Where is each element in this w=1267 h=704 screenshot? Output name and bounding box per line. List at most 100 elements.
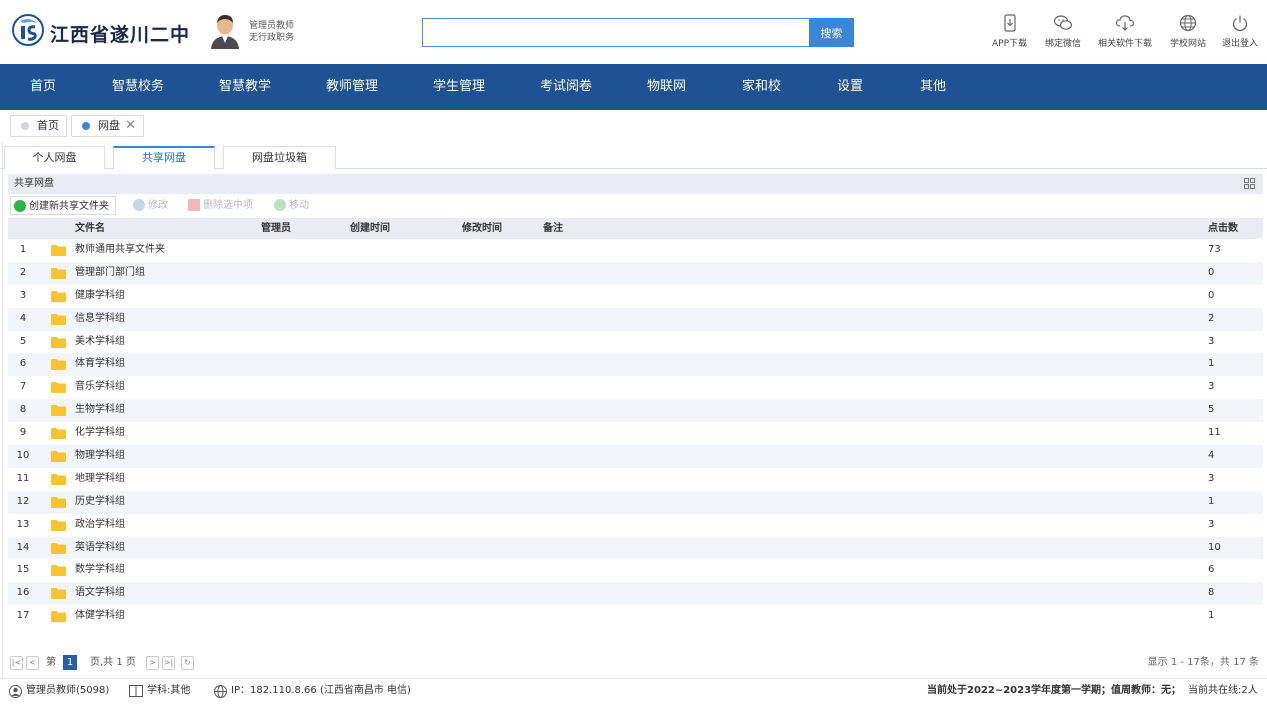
table-row[interactable]: 15 数学学科组 6 <box>8 559 1263 582</box>
page-tab-home[interactable]: 首页 <box>10 115 67 137</box>
refresh-icon[interactable]: ↻ <box>181 656 194 670</box>
user-dept: 无行政职务 <box>249 33 295 43</box>
left-border <box>2 110 3 678</box>
click-count: 5 <box>1208 404 1215 416</box>
page-number-input[interactable]: 1 <box>63 655 77 670</box>
page-tab-netdisk[interactable]: 网盘 ✕ <box>71 115 144 137</box>
folder-icon <box>51 382 66 394</box>
move-label: 移动 <box>289 200 309 211</box>
tab-personal-disk[interactable]: 个人网盘 <box>4 146 105 169</box>
table-row[interactable]: 9 化学学科组 11 <box>8 422 1263 445</box>
folder-name[interactable]: 政治学科组 <box>75 514 125 537</box>
first-page-button[interactable]: |< <box>10 656 23 670</box>
bind-wechat-button[interactable]: 绑定微信 <box>1045 14 1081 49</box>
close-icon[interactable]: ✕ <box>125 116 136 136</box>
tab-shared-disk[interactable]: 共享网盘 <box>113 146 215 170</box>
app-download-button[interactable]: APP下载 <box>992 14 1027 49</box>
folder-name[interactable]: 体育学科组 <box>75 353 125 376</box>
folder-name[interactable]: 地理学科组 <box>75 468 125 491</box>
grid-icon[interactable] <box>1244 178 1255 189</box>
table-row[interactable]: 10 物理学科组 4 <box>8 445 1263 468</box>
nav-item-home-school[interactable]: 家和校 <box>742 64 781 110</box>
folder-name[interactable]: 数学学科组 <box>75 559 125 582</box>
row-number: 4 <box>19 312 27 324</box>
active-dot-icon <box>82 122 90 130</box>
folder-icon <box>51 336 66 348</box>
folder-name[interactable]: 信息学科组 <box>75 308 125 331</box>
col-modified[interactable]: 修改时间 <box>462 218 502 239</box>
avatar[interactable] <box>209 13 241 49</box>
folder-name[interactable]: 历史学科组 <box>75 491 125 514</box>
prev-page-button[interactable]: < <box>26 656 39 670</box>
table-row[interactable]: 5 美术学科组 3 <box>8 331 1263 354</box>
nav-item-smart-teaching[interactable]: 智慧教学 <box>219 64 271 110</box>
nav-item-other[interactable]: 其他 <box>920 64 946 110</box>
folder-name[interactable]: 英语学科组 <box>75 537 125 560</box>
school-website-button[interactable]: 学校网站 <box>1170 14 1206 49</box>
nav-item-exam[interactable]: 考试阅卷 <box>540 64 592 110</box>
folder-name[interactable]: 物理学科组 <box>75 445 125 468</box>
folder-name[interactable]: 语文学科组 <box>75 582 125 605</box>
folder-name[interactable]: 管理部门部门组 <box>75 262 145 285</box>
row-number: 7 <box>19 381 27 393</box>
create-shared-folder-button[interactable]: 创建新共享文件夹 <box>10 196 116 215</box>
search-input[interactable] <box>422 18 810 47</box>
folder-name[interactable]: 音乐学科组 <box>75 376 125 399</box>
folder-name[interactable]: 教师通用共享文件夹 <box>75 239 165 262</box>
folder-icon <box>51 359 66 371</box>
footer-online: 当前共在线:2人 <box>1188 685 1258 696</box>
footer-ip: IP：182.110.8.66 (江西省南昌市 电信) <box>231 685 411 696</box>
col-clicks[interactable]: 点击数 <box>1208 218 1238 239</box>
logout-button[interactable]: 退出登入 <box>1222 14 1258 49</box>
table-row[interactable]: 3 健康学科组 0 <box>8 285 1263 308</box>
last-page-button[interactable]: >| <box>162 656 175 670</box>
school-logo-icon[interactable] <box>12 14 44 46</box>
col-name[interactable]: 文件名 <box>75 218 105 239</box>
col-remark[interactable]: 备注 <box>543 218 563 239</box>
click-count: 0 <box>1208 266 1215 278</box>
search-button[interactable]: 搜索 <box>809 18 854 47</box>
software-download-button[interactable]: 相关软件下载 <box>1098 14 1152 49</box>
edit-label: 修改 <box>148 200 168 211</box>
globe-icon <box>1179 14 1197 32</box>
col-created[interactable]: 创建时间 <box>350 218 390 239</box>
table-row[interactable]: 11 地理学科组 3 <box>8 468 1263 491</box>
move-button[interactable]: 移动 <box>271 196 309 215</box>
table-row[interactable]: 8 生物学科组 5 <box>8 399 1263 423</box>
table-body: 1 教师通用共享文件夹 73 2 管理部门部门组 0 3 健康学科组 0 4 信息学科组 2 5 美术学科… <box>8 239 1263 628</box>
nav-item-iot[interactable]: 物联网 <box>647 64 686 110</box>
nav-item-teacher-mgmt[interactable]: 教师管理 <box>326 64 378 110</box>
table-row[interactable]: 6 体育学科组 1 <box>8 353 1263 377</box>
cloud-download-icon <box>1115 15 1135 31</box>
table-row[interactable]: 7 音乐学科组 3 <box>8 376 1263 399</box>
table-row[interactable]: 16 语文学科组 8 <box>8 582 1263 606</box>
page-tab-netdisk-label: 网盘 <box>98 119 120 132</box>
table-row[interactable]: 4 信息学科组 2 <box>8 307 1263 331</box>
table-row[interactable]: 13 政治学科组 3 <box>8 514 1263 537</box>
col-admin[interactable]: 管理员 <box>261 218 291 239</box>
folder-name[interactable]: 健康学科组 <box>75 285 125 308</box>
tab-disk-trash[interactable]: 网盘垃圾箱 <box>223 146 336 169</box>
edit-button[interactable]: 修改 <box>130 196 168 215</box>
row-number: 17 <box>16 610 30 622</box>
click-count: 1 <box>1208 358 1215 370</box>
table-row[interactable]: 1 教师通用共享文件夹 73 <box>8 239 1263 262</box>
folder-name[interactable]: 化学学科组 <box>75 422 125 445</box>
folder-icon <box>51 451 66 463</box>
folder-name[interactable]: 美术学科组 <box>75 331 125 354</box>
next-page-button[interactable]: > <box>146 656 159 670</box>
table-row[interactable]: 14 英语学科组 10 <box>8 536 1263 560</box>
table-row[interactable]: 2 管理部门部门组 0 <box>8 261 1263 285</box>
nav-item-home[interactable]: 首页 <box>30 64 56 110</box>
footer-subject: 学科:其他 <box>147 685 191 696</box>
nav-item-settings[interactable]: 设置 <box>837 64 863 110</box>
table-row[interactable]: 17 体健学科组 1 <box>8 605 1263 628</box>
folder-name[interactable]: 体健学科组 <box>75 605 125 628</box>
pager-suffix: 页,共 1 页 <box>90 657 136 668</box>
nav-item-student-mgmt[interactable]: 学生管理 <box>433 64 485 110</box>
nav-item-smart-admin[interactable]: 智慧校务 <box>112 64 164 110</box>
folder-name[interactable]: 生物学科组 <box>75 399 125 422</box>
table-row[interactable]: 12 历史学科组 1 <box>8 490 1263 514</box>
delete-selected-button[interactable]: 删除选中项 <box>185 196 253 215</box>
page-tab-home-label: 首页 <box>37 119 59 132</box>
